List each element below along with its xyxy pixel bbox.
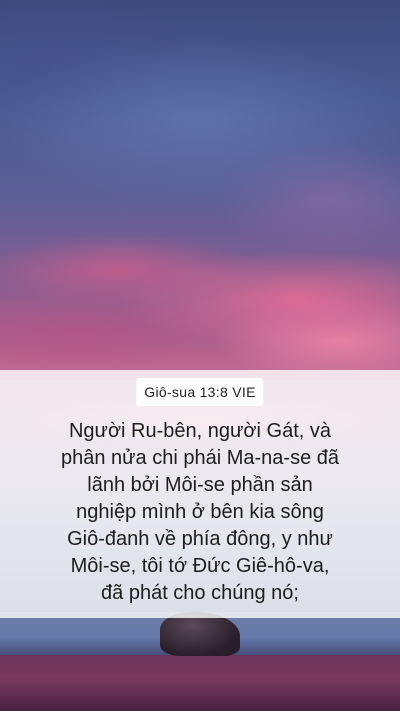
verse-reference: Giô-sua 13:8 VIE [136, 378, 264, 406]
rock [160, 612, 240, 656]
sky-clouds [0, 0, 400, 400]
shore [0, 655, 400, 711]
verse-text: Người Ru-bên, người Gát, và phân nửa chi… [60, 420, 339, 604]
